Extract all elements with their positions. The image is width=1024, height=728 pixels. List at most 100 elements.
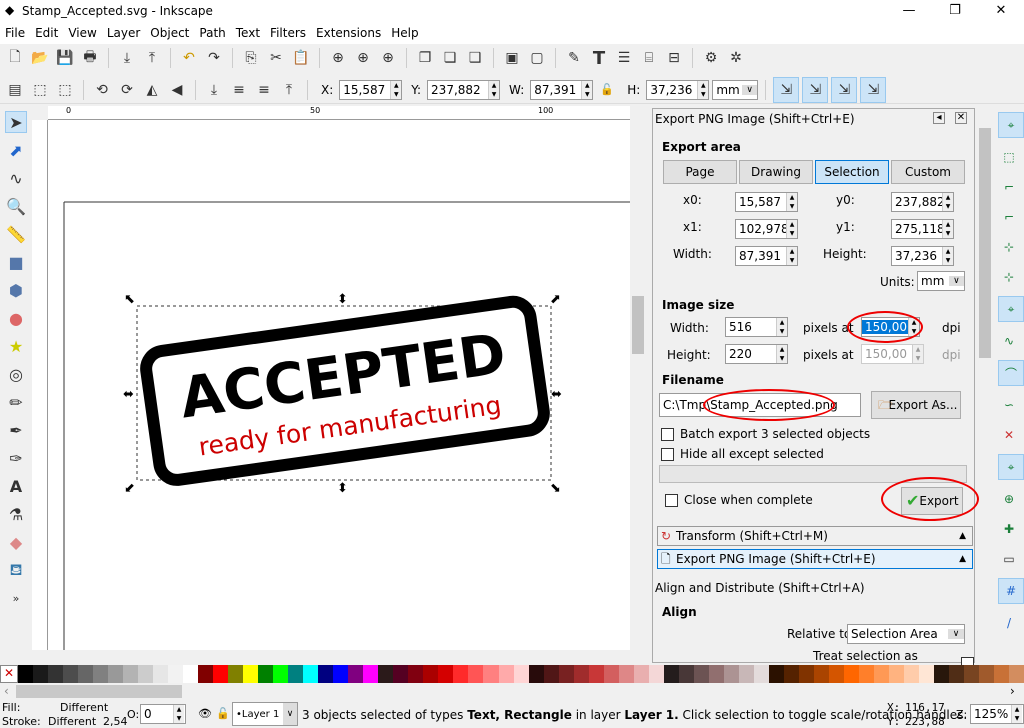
open-icon[interactable]: 📂 (29, 47, 51, 69)
panel-scrollbar[interactable] (977, 108, 993, 663)
color-swatch[interactable] (378, 665, 394, 683)
print-icon[interactable]: 🖶 (79, 47, 101, 69)
more-tools-icon[interactable]: » (5, 587, 27, 609)
layer-visibility-icon[interactable]: 👁 (198, 707, 212, 720)
color-swatch[interactable] (393, 665, 409, 683)
menu-view[interactable]: View (63, 26, 101, 40)
x-field[interactable]: ▲▼ (339, 79, 403, 100)
color-palette[interactable]: ✕ (0, 665, 1024, 683)
copy-icon[interactable]: ⎘ (240, 47, 262, 69)
snap-nodes-icon[interactable]: ⌖ (998, 296, 1024, 322)
w-field[interactable]: ▲▼ (530, 79, 594, 100)
export-icon[interactable]: ⤒ (141, 47, 163, 69)
relative-to-select[interactable]: Selection Area ∨ (847, 624, 965, 644)
close-button[interactable]: ✕ (978, 0, 1024, 22)
color-swatch[interactable] (18, 665, 34, 683)
deselect-icon[interactable]: ⬚ (54, 79, 76, 101)
snap-object-midpoint-icon[interactable]: ⌖ (998, 454, 1024, 480)
color-swatch[interactable] (468, 665, 484, 683)
color-swatch[interactable] (1009, 665, 1024, 683)
snap-enable-icon[interactable]: ⌖ (998, 112, 1024, 138)
y0-field[interactable]: ▲▼ (891, 192, 954, 212)
snap-center-icon[interactable]: ⊕ (998, 488, 1020, 510)
3d-box-tool-icon[interactable]: ⬢ (5, 279, 27, 301)
close-when-complete-checkbox[interactable]: Close when complete (665, 493, 813, 507)
color-swatch[interactable] (933, 665, 949, 683)
rotate-cw-icon[interactable]: ⟳ (116, 79, 138, 101)
preferences-icon[interactable]: ✲ (725, 47, 747, 69)
snap-intersection-icon[interactable]: ✕ (998, 424, 1020, 446)
flip-horizontal-icon[interactable]: ◭ (141, 79, 163, 101)
color-swatch[interactable] (603, 665, 619, 683)
text-tool-icon[interactable]: A (5, 475, 27, 497)
export-dock-tab[interactable]: 🗋 Export PNG Image (Shift+Ctrl+E) ▲ (657, 549, 973, 569)
ellipse-tool-icon[interactable]: ● (5, 307, 27, 329)
color-swatch[interactable] (513, 665, 529, 683)
y-field[interactable]: ▲▼ (427, 79, 501, 100)
undo-icon[interactable]: ↶ (178, 47, 200, 69)
paint-bucket-tool-icon[interactable]: ⛾ (5, 559, 27, 581)
color-swatch[interactable] (648, 665, 664, 683)
color-swatch[interactable] (663, 665, 679, 683)
lower-bottom-icon[interactable]: ⤓ (203, 79, 225, 101)
snap-bbox-center-icon[interactable]: ⊹ (998, 266, 1020, 288)
color-swatch[interactable] (498, 665, 514, 683)
clone-icon[interactable]: ❏ (439, 47, 461, 69)
zoom-field[interactable]: ▲▼ (970, 704, 1024, 724)
color-swatch[interactable] (693, 665, 709, 683)
color-swatch[interactable] (363, 665, 379, 683)
raise-icon[interactable]: ≡ (253, 79, 275, 101)
menu-filters[interactable]: Filters (265, 26, 311, 40)
cut-icon[interactable]: ✂ (265, 47, 287, 69)
color-swatch[interactable] (828, 665, 844, 683)
menu-help[interactable]: Help (386, 26, 423, 40)
color-swatch[interactable] (963, 665, 979, 683)
x0-field[interactable]: ▲▼ (735, 192, 798, 212)
color-swatch[interactable] (423, 665, 439, 683)
color-swatch[interactable] (738, 665, 754, 683)
document-properties-icon[interactable]: ⚙ (700, 47, 722, 69)
lower-icon[interactable]: ≡ (228, 79, 250, 101)
transform-patterns-icon[interactable]: ⇲ (860, 76, 887, 103)
x1-field[interactable]: ▲▼ (735, 219, 798, 239)
color-swatch[interactable] (243, 665, 259, 683)
selector-tool-icon[interactable]: ➤ (5, 111, 27, 133)
xml-editor-icon[interactable]: ⌸ (638, 47, 660, 69)
layer-select[interactable]: •Layer 1 ∨ (232, 702, 298, 726)
zoom-tool-icon[interactable]: 🔍 (5, 195, 27, 217)
color-swatch[interactable] (198, 665, 214, 683)
snap-page-border-icon[interactable]: ▭ (998, 548, 1020, 570)
flip-vertical-icon[interactable]: ◀ (166, 79, 188, 101)
transform-gradients-icon[interactable]: ⇲ (831, 76, 858, 103)
color-swatch[interactable] (873, 665, 889, 683)
color-swatch[interactable] (678, 665, 694, 683)
menu-text[interactable]: Text (231, 26, 265, 40)
redo-icon[interactable]: ↷ (203, 47, 225, 69)
rotate-ccw-icon[interactable]: ⟲ (91, 79, 113, 101)
import-icon[interactable]: ⤓ (116, 47, 138, 69)
star-tool-icon[interactable]: ★ (5, 335, 27, 357)
zoom-selection-icon[interactable]: ⊕ (327, 47, 349, 69)
color-swatch[interactable] (453, 665, 469, 683)
node-tool-icon[interactable]: ⬈ (5, 139, 27, 161)
color-swatch[interactable] (618, 665, 634, 683)
color-swatch[interactable] (813, 665, 829, 683)
color-swatch[interactable] (708, 665, 724, 683)
pen-tool-icon[interactable]: ✒ (5, 419, 27, 441)
color-swatch[interactable] (543, 665, 559, 683)
color-swatch[interactable] (78, 665, 94, 683)
zoom-page-icon[interactable]: ⊕ (377, 47, 399, 69)
color-swatch[interactable] (888, 665, 904, 683)
color-swatch[interactable] (528, 665, 544, 683)
color-swatch[interactable] (258, 665, 274, 683)
color-swatch[interactable] (288, 665, 304, 683)
color-swatch[interactable] (153, 665, 169, 683)
area-height-field[interactable]: ▲▼ (891, 246, 954, 266)
h-field[interactable]: ▲▼ (646, 79, 710, 100)
color-swatch[interactable] (573, 665, 589, 683)
menu-object[interactable]: Object (145, 26, 194, 40)
layer-lock-icon[interactable]: 🔓 (216, 707, 230, 720)
lock-icon[interactable]: 🔓 (596, 79, 618, 101)
palette-scrollbar[interactable]: ‹ › (0, 683, 1024, 700)
color-swatch[interactable] (168, 665, 184, 683)
